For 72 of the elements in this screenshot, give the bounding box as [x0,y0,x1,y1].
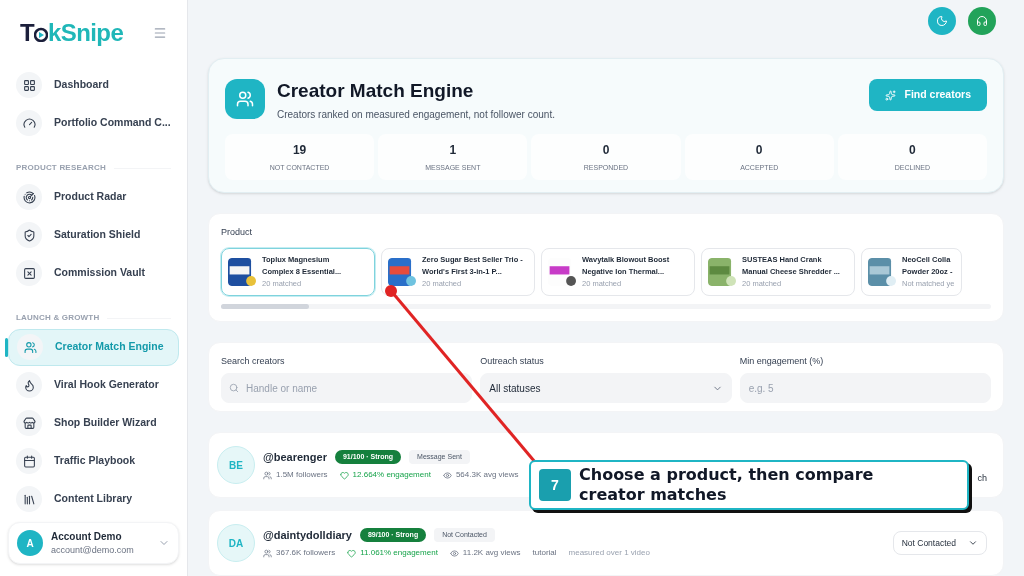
sidebar-item[interactable]: Content Library [8,480,179,518]
account-email: account@demo.com [51,543,135,557]
avatar: A [17,530,43,556]
scrollbar-thumb[interactable] [221,303,309,309]
page-title: Creator Match Engine [277,79,475,103]
followers-text: 367.6K followers [263,547,336,560]
outreach-text: ch [977,471,987,485]
heart-icon [339,470,349,480]
sidebar-item[interactable]: Shop Builder Wizard [8,404,179,442]
sidebar-item[interactable]: Viral Hook Generator [8,366,179,404]
people-icon [236,90,254,109]
people-icon [263,548,272,558]
product-label: Product [221,226,254,239]
gauge-icon [22,116,36,130]
stat-value: 1 [449,141,457,159]
square-x-icon [22,266,36,280]
status-select[interactable]: All statuses [480,373,732,403]
sidebar-item[interactable]: Portfolio Command C... [8,104,179,142]
account-name: Account Demo [51,529,123,544]
theme-button[interactable] [928,7,956,36]
grid-icon [22,78,36,92]
people-icon [263,470,272,480]
avatar: BE [217,446,255,484]
library-icon [22,492,36,506]
sidebar-item[interactable]: Product Radar [8,178,179,216]
sparkle-icon [885,89,897,101]
avatar: DA [217,524,255,562]
support-button[interactable] [968,7,996,36]
people-icon [23,340,37,354]
search-field[interactable]: Handle or name [221,373,473,403]
heart-icon [347,548,357,558]
filter-label: Search creators [221,354,286,368]
creator-handle: @bearenger [263,449,327,465]
account-card[interactable]: A Account Demo account@demo.com [8,522,179,564]
filter-label: Min engagement (%) [739,354,825,368]
step-badge: 7 [539,469,571,501]
stat-value: 0 [755,141,763,159]
engagement-text: 11.061% engagement [347,547,438,560]
engagement-field[interactable]: e.g. 5 [739,373,991,403]
callout-text: Choose a product, then compare creator matches [579,465,875,505]
outreach-select[interactable]: Not Contacted [892,531,987,555]
sidebar-item[interactable]: Dashboard [8,66,179,104]
radar-icon [22,190,36,204]
stat-value: 0 [602,141,610,159]
sidebar-item[interactable]: Commission Vault [8,254,179,292]
search-icon [229,383,239,393]
eye-icon [442,470,452,480]
views-text: 564.3K avg views [442,469,519,482]
menu-icon[interactable] [153,26,167,40]
followers-text: 1.5M followers [263,469,328,482]
filter-label: Outreach status [480,354,545,368]
moon-icon [936,15,948,28]
stat-value: 0 [909,141,916,159]
store-icon [22,416,36,430]
views-text: 11.2K avg views [449,547,521,560]
shield-icon [22,228,36,242]
headphones-icon [976,15,988,28]
calendar-icon [22,454,36,468]
stat-value: 19 [292,141,307,159]
eye-icon [449,548,459,558]
note-text: measured over 1 video [568,547,650,560]
sidebar-item[interactable]: Traffic Playbook [8,442,179,480]
creator-handle: @daintydolldiary [263,527,352,543]
tag-text: tutorial [532,547,557,560]
chevron-icon [968,538,978,548]
sidebar-item[interactable]: Saturation Shield [8,216,179,254]
page-subtitle: Creators ranked on measured engagement, not follower count. [277,108,556,122]
section-heading: LAUNCH & GROWTH [16,312,100,324]
section-heading: PRODUCT RESEARCH [16,162,106,174]
engagement-text: 12.664% engagement [339,469,431,482]
flame-icon [22,378,36,392]
logo: T kSnipe [20,18,124,48]
